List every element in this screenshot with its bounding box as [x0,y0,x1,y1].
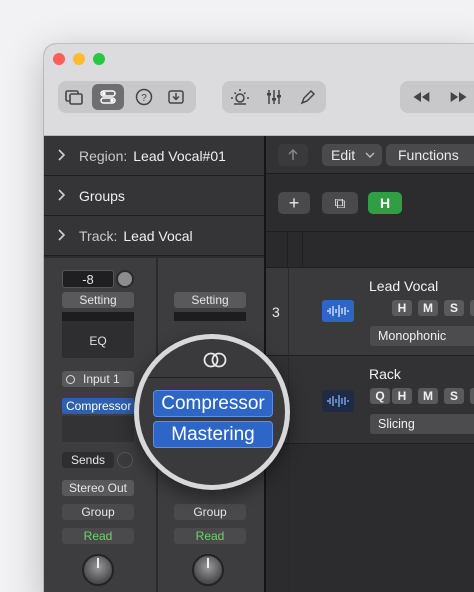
track-header-toolbar: + ⧉ H [266,174,474,232]
compressor-plugin-slot[interactable]: Compressor [62,398,134,414]
toolbar: ? [44,44,474,136]
metronome-icon[interactable] [226,84,254,110]
input-label: Input 1 [83,372,120,386]
track-name: Lead Vocal [123,227,193,244]
region-name: Lead Vocal#01 [133,147,226,164]
group-slot[interactable]: Group [62,504,134,520]
track-extra-button[interactable] [470,300,474,316]
logic-window: ? Region: Lead Vocal#01 Groups Track: Le… [44,44,474,592]
compressor-plugin-magnified[interactable]: Compressor [153,390,273,417]
pan-knob[interactable] [82,554,114,586]
track-list-spacer [266,232,474,268]
track-number-column [288,444,289,592]
automation-mode[interactable]: Read [62,528,134,544]
hide-tracks-button[interactable]: H [368,192,402,214]
solo-button[interactable]: S [444,388,464,404]
track-number: 3 [272,304,280,320]
track-row[interactable]: 3 Lead Vocal H M S Monophonic [266,268,474,356]
minimize-button[interactable] [73,53,85,65]
close-button[interactable] [53,53,65,65]
quick-help-icon[interactable]: ? [130,84,158,110]
eq-curve [174,312,246,321]
track-name[interactable]: Lead Vocal [369,278,438,294]
magnifier-strip-line [139,377,285,378]
fast-forward-icon[interactable] [442,84,474,110]
eq-label: EQ [89,334,107,348]
library-icon[interactable] [60,84,88,110]
track-number-column [266,232,288,268]
edit-menu[interactable]: Edit [322,144,382,166]
region-label: Region: [79,147,128,164]
input-slot[interactable]: Input 1 [62,371,134,387]
sampler-waveform-icon [322,390,354,412]
chevron-right-icon [56,188,70,204]
chevron-down-icon [365,152,375,158]
rewind-icon[interactable] [404,84,438,110]
gain-knob[interactable] [116,270,134,288]
back-arrow-icon[interactable] [278,144,308,166]
output-slot[interactable]: Stereo Out [62,480,134,496]
eq-display[interactable]: EQ [62,312,134,358]
chevron-right-icon [56,228,70,244]
audio-waveform-icon [322,300,354,322]
empty-track-area [266,444,474,592]
pencil-icon[interactable] [294,84,322,110]
track-row[interactable]: Rack Q H M S Slicing [266,356,474,444]
groups-section[interactable]: Groups [44,176,264,216]
add-track-button[interactable]: + [278,192,310,214]
transport-group [400,81,474,113]
download-icon[interactable] [162,84,190,110]
mute-button[interactable]: M [418,300,438,316]
chevron-right-icon [56,148,70,164]
gain-display[interactable]: -8 [62,270,114,288]
pan-knob[interactable] [192,554,224,586]
solo-button[interactable]: S [444,300,464,316]
functions-menu-label: Functions [398,147,459,163]
track-section[interactable]: Track: Lead Vocal [44,216,264,256]
functions-menu[interactable]: Functions [386,144,474,166]
quantize-lock-button[interactable]: Q [370,388,390,404]
mixer-sliders-icon[interactable] [260,84,288,110]
magnifier-callout: Compressor Mastering [134,334,290,490]
hide-track-button[interactable]: H [392,388,412,404]
sends-knob[interactable] [117,452,133,468]
view-controls-group: ? [58,81,196,113]
input-mono-icon [66,374,75,384]
setting-button[interactable]: Setting [62,292,134,308]
eq-curve [62,312,134,321]
hide-track-button[interactable]: H [392,300,412,316]
track-name[interactable]: Rack [369,366,401,382]
mute-button[interactable]: M [418,388,438,404]
groups-label: Groups [79,187,125,204]
tracks-area: Edit Functions + ⧉ H 3 Lead Vocal H M S … [266,136,474,592]
track-mode-dropdown[interactable]: Monophonic [370,326,474,346]
mastering-plugin-magnified[interactable]: Mastering [153,421,273,448]
setting-button[interactable]: Setting [174,292,246,308]
region-section[interactable]: Region: Lead Vocal#01 [44,136,264,176]
svg-text:?: ? [141,93,147,104]
zoom-button[interactable] [93,53,105,65]
track-label: Track: [79,227,118,244]
sends-label[interactable]: Sends [62,452,114,468]
column-divider [302,232,303,268]
track-mode-dropdown[interactable]: Slicing [370,414,474,434]
automation-mode[interactable]: Read [174,528,246,544]
group-slot[interactable]: Group [174,504,246,520]
track-number-column [288,268,289,356]
inspector-icon[interactable] [92,84,124,110]
duplicate-track-button[interactable]: ⧉ [322,192,358,214]
track-extra-button[interactable] [470,388,474,404]
empty-plugin-slot[interactable] [62,416,134,442]
tracks-menu-bar: Edit Functions [266,136,474,174]
edit-menu-label: Edit [331,147,356,163]
edit-tools-group [222,81,326,113]
link-rings-icon [201,351,229,374]
